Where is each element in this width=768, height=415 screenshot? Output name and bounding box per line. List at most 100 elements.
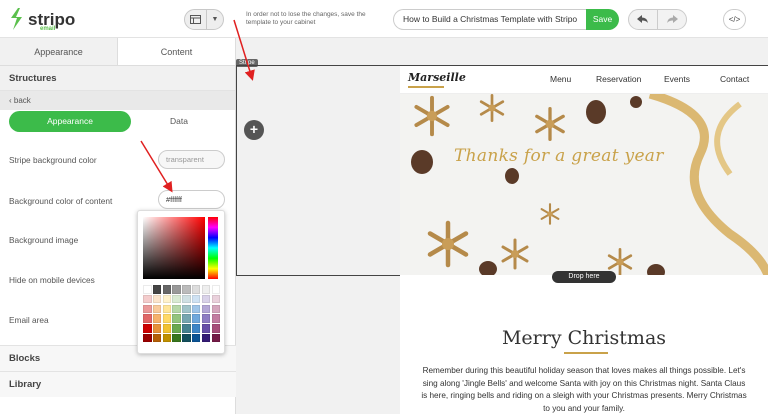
- color-swatch[interactable]: [182, 304, 191, 314]
- color-swatch[interactable]: [211, 304, 221, 314]
- color-swatch[interactable]: [152, 314, 162, 323]
- color-swatch[interactable]: [182, 294, 191, 304]
- color-swatch[interactable]: [201, 304, 211, 314]
- color-swatch[interactable]: [172, 285, 181, 294]
- color-swatch[interactable]: [182, 333, 191, 343]
- color-swatch[interactable]: [211, 324, 221, 333]
- stripo-logo[interactable]: stripo email: [8, 6, 75, 32]
- library-header[interactable]: Library: [0, 371, 236, 397]
- toggle-data[interactable]: Data: [150, 111, 208, 132]
- color-swatch[interactable]: [172, 294, 181, 304]
- nav-item-events[interactable]: Events: [664, 74, 690, 84]
- color-picker-popup: [137, 210, 225, 354]
- color-swatch[interactable]: [182, 314, 191, 323]
- color-swatch[interactable]: [162, 285, 172, 294]
- christmas-decor-image: [411, 94, 768, 275]
- color-swatch[interactable]: [201, 324, 211, 333]
- add-structure-button[interactable]: +: [244, 120, 264, 140]
- email-preview: Marseille Menu Reservation Events Contac…: [400, 66, 768, 414]
- color-swatch[interactable]: [191, 324, 201, 333]
- brand-underline: [408, 86, 444, 88]
- color-swatch[interactable]: [191, 314, 201, 323]
- color-swatch[interactable]: [143, 314, 152, 323]
- stripo-logo-icon: [11, 8, 22, 30]
- color-swatch[interactable]: [152, 333, 162, 343]
- back-link[interactable]: ‹ back: [0, 91, 235, 110]
- hero-banner[interactable]: Thanks for a great year: [400, 94, 768, 275]
- color-swatch[interactable]: [162, 314, 172, 323]
- color-swatch[interactable]: [191, 285, 201, 294]
- color-swatch[interactable]: [201, 333, 211, 343]
- color-swatch[interactable]: [143, 294, 152, 304]
- color-swatch[interactable]: [162, 324, 172, 333]
- chevron-down-icon[interactable]: ▼: [207, 16, 223, 23]
- sidebar-tabs: Appearance Content: [0, 38, 235, 66]
- color-swatch[interactable]: [211, 314, 221, 323]
- content-bg-color-field[interactable]: #ffffff: [158, 190, 225, 209]
- undo-redo-group: [628, 9, 687, 30]
- color-swatch[interactable]: [211, 333, 221, 343]
- email-brand: Marseille: [408, 71, 466, 84]
- view-mode-button[interactable]: ▼: [184, 9, 224, 30]
- color-swatch[interactable]: [201, 314, 211, 323]
- color-swatch[interactable]: [143, 304, 152, 314]
- email-body-text: Remember during this beautiful holiday s…: [421, 366, 747, 413]
- content-bg-label: Background color of content: [9, 196, 113, 206]
- color-swatch[interactable]: [143, 324, 152, 333]
- tab-appearance[interactable]: Appearance: [0, 38, 118, 65]
- drop-here-badge: Drop here: [552, 271, 616, 283]
- nav-item-contact[interactable]: Contact: [720, 74, 749, 84]
- color-swatch[interactable]: [152, 294, 162, 304]
- code-view-button[interactable]: </>: [723, 9, 746, 30]
- swatch-grid: [143, 285, 221, 343]
- color-swatch[interactable]: [162, 333, 172, 343]
- heading-underline: [564, 352, 608, 354]
- color-swatch[interactable]: [152, 324, 162, 333]
- color-swatch[interactable]: [182, 324, 191, 333]
- hue-slider[interactable]: [208, 217, 218, 279]
- structures-header[interactable]: Structures: [0, 66, 235, 91]
- color-swatch[interactable]: [172, 324, 181, 333]
- toggle-appearance[interactable]: Appearance: [9, 111, 131, 132]
- saturation-value-area[interactable]: [143, 217, 205, 279]
- color-swatch[interactable]: [191, 304, 201, 314]
- color-swatch[interactable]: [172, 304, 181, 314]
- color-swatch[interactable]: [211, 294, 221, 304]
- color-swatch[interactable]: [182, 285, 191, 294]
- top-toolbar: stripo email ▼ In order not to lose the …: [0, 0, 768, 38]
- email-area-label: Email area: [9, 315, 49, 325]
- email-heading: Merry Christmas: [501, 327, 667, 349]
- logo-text: stripo: [28, 9, 76, 29]
- color-swatch[interactable]: [162, 294, 172, 304]
- email-header-nav: Marseille Menu Reservation Events Contac…: [400, 66, 768, 94]
- color-swatch[interactable]: [191, 294, 201, 304]
- stripe-bg-label: Stripe background color: [9, 155, 97, 165]
- appearance-data-toggle: Appearance Data: [0, 110, 235, 138]
- nav-item-reservation[interactable]: Reservation: [596, 74, 641, 84]
- hero-title: Thanks for a great year: [454, 146, 664, 166]
- save-notice: In order not to lose the changes, save t…: [246, 11, 366, 26]
- layout-icon[interactable]: [185, 10, 207, 29]
- stripe-bg-color-field[interactable]: transparent: [158, 150, 225, 169]
- editor-canvas: Stripe + Marseille Menu Reservation Even…: [236, 38, 768, 414]
- color-swatch[interactable]: [172, 333, 181, 343]
- color-swatch[interactable]: [143, 285, 152, 294]
- save-button[interactable]: Save: [586, 9, 619, 30]
- hide-mobile-label: Hide on mobile devices: [9, 275, 95, 285]
- color-swatch[interactable]: [201, 294, 211, 304]
- color-swatch[interactable]: [172, 314, 181, 323]
- nav-item-menu[interactable]: Menu: [550, 74, 571, 84]
- color-swatch[interactable]: [201, 285, 211, 294]
- tab-content[interactable]: Content: [118, 38, 235, 65]
- bg-image-label: Background image: [9, 235, 79, 245]
- logo-subtext: email: [40, 26, 56, 32]
- template-title-input[interactable]: How to Build a Christmas Template with S…: [393, 9, 588, 30]
- color-swatch[interactable]: [191, 333, 201, 343]
- color-swatch[interactable]: [211, 285, 221, 294]
- color-swatch[interactable]: [152, 304, 162, 314]
- redo-icon[interactable]: [658, 10, 686, 29]
- color-swatch[interactable]: [152, 285, 162, 294]
- undo-icon[interactable]: [629, 10, 658, 29]
- color-swatch[interactable]: [143, 333, 152, 343]
- color-swatch[interactable]: [162, 304, 172, 314]
